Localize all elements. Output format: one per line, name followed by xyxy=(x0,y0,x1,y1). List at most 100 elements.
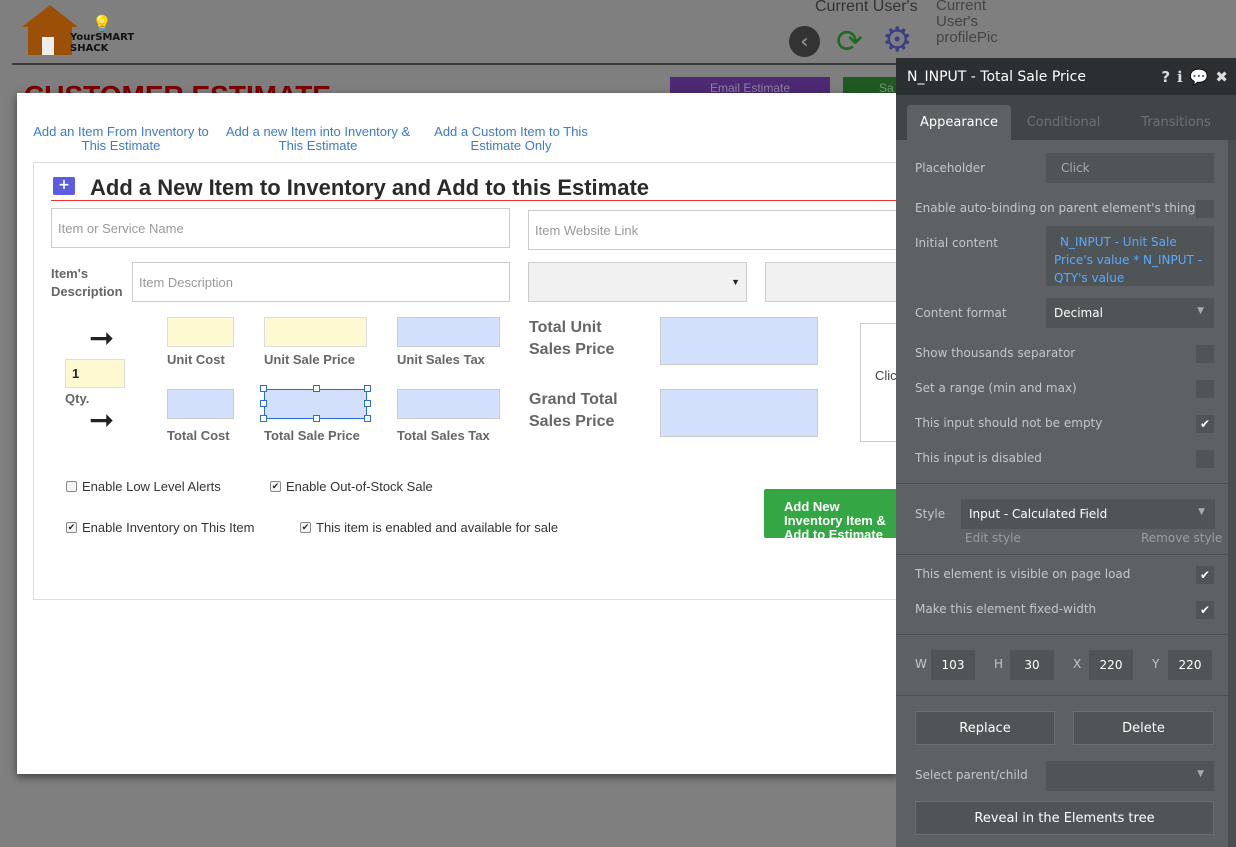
back-icon[interactable]: ‹ xyxy=(789,26,820,57)
secondary-dropdown[interactable] xyxy=(765,262,905,302)
checkbox-out-of-stock-sale[interactable]: ✔ Enable Out-of-Stock Sale xyxy=(270,479,433,494)
delete-button[interactable]: Delete xyxy=(1073,711,1214,745)
content-format-dropdown[interactable]: Decimal ▼ xyxy=(1046,298,1214,328)
resize-handle[interactable] xyxy=(260,385,267,392)
total-unit-sales-input[interactable] xyxy=(660,317,818,365)
checkbox[interactable]: ✔ xyxy=(270,481,281,492)
upload-text: Clic xyxy=(875,368,897,383)
checkbox-enable-inventory[interactable]: ✔ Enable Inventory on This Item xyxy=(66,520,254,535)
autobind-label: Enable auto-binding on parent element's … xyxy=(915,201,1196,215)
checkbox-available-for-sale[interactable]: ✔ This item is enabled and available for … xyxy=(300,520,558,535)
description-label: Item's Description xyxy=(51,266,123,299)
qty-label: Qty. xyxy=(65,391,90,406)
checkbox[interactable] xyxy=(66,481,77,492)
profile-pic: Current User's profilePic xyxy=(936,0,998,46)
fixed-width-checkbox[interactable]: ✔ xyxy=(1196,601,1214,619)
y-label: Y xyxy=(1152,657,1160,671)
category-dropdown[interactable]: ▼ xyxy=(528,262,747,302)
thousands-checkbox[interactable] xyxy=(1196,345,1214,363)
unit-sale-price-input[interactable] xyxy=(264,317,367,347)
checkbox-label: Enable Out-of-Stock Sale xyxy=(286,479,433,494)
parent-child-label: Select parent/child xyxy=(915,768,1028,782)
unit-cost-label: Unit Cost xyxy=(167,352,225,367)
total-cost-label: Total Cost xyxy=(167,428,230,443)
item-description-input[interactable]: Item Description xyxy=(132,262,510,302)
comment-icon[interactable]: 💬 xyxy=(1190,68,1209,86)
resize-handle[interactable] xyxy=(260,415,267,422)
checkbox-label: Enable Low Level Alerts xyxy=(82,479,221,494)
disabled-checkbox[interactable] xyxy=(1196,450,1214,468)
resize-handle[interactable] xyxy=(260,400,267,407)
close-icon[interactable]: ✖ xyxy=(1215,68,1228,86)
help-icon[interactable]: ? xyxy=(1161,68,1170,86)
link-add-from-inventory[interactable]: Add an Item From Inventory to This Estim… xyxy=(31,125,211,153)
tab-transitions[interactable]: Transitions xyxy=(1121,105,1231,140)
reveal-elements-tree-button[interactable]: Reveal in the Elements tree xyxy=(915,801,1214,835)
unit-sales-tax-input[interactable] xyxy=(397,317,500,347)
parent-child-dropdown[interactable]: ▼ xyxy=(1046,761,1214,791)
resize-handle[interactable] xyxy=(313,415,320,422)
property-editor-panel: N_INPUT - Total Sale Price ? ℹ 💬 ✖ Appearan… xyxy=(896,58,1236,847)
y-input[interactable]: 220 xyxy=(1168,650,1212,680)
item-name-input[interactable]: Item or Service Name xyxy=(51,208,510,248)
style-dropdown[interactable]: Input - Calculated Field ▼ xyxy=(961,499,1215,529)
disabled-label: This input is disabled xyxy=(915,451,1042,465)
initial-content-input[interactable]: N_INPUT - Unit Sale Price's value * N_IN… xyxy=(1046,226,1214,286)
width-label: W xyxy=(915,657,927,671)
range-checkbox[interactable] xyxy=(1196,380,1214,398)
total-sales-tax-label: Total Sales Tax xyxy=(397,428,490,443)
range-label: Set a range (min and max) xyxy=(915,381,1077,395)
link-add-new-inventory[interactable]: Add a new Item into Inventory & This Est… xyxy=(217,125,419,153)
add-inventory-button[interactable]: Add New Inventory Item & Add to Estimate xyxy=(764,489,900,538)
panel-tabs: Appearance Conditional Transitions xyxy=(896,95,1236,140)
heading-underline xyxy=(51,200,901,201)
checkbox-low-level-alerts[interactable]: Enable Low Level Alerts xyxy=(66,479,221,494)
total-sales-tax-input[interactable] xyxy=(397,389,500,419)
panel-title: N_INPUT - Total Sale Price xyxy=(907,69,1086,85)
style-value: Input - Calculated Field xyxy=(969,507,1108,521)
total-cost-input[interactable] xyxy=(167,389,234,419)
lightbulb-icon: 💡 xyxy=(92,14,112,33)
gear-icon[interactable]: ⚙ xyxy=(882,20,912,60)
remove-style-link[interactable]: Remove style xyxy=(1141,531,1222,545)
visible-on-load-checkbox[interactable]: ✔ xyxy=(1196,566,1214,584)
height-label: H xyxy=(994,657,1004,671)
header-divider xyxy=(12,63,896,65)
grand-total-label: Grand Total Sales Price xyxy=(529,391,618,430)
checkbox[interactable]: ✔ xyxy=(66,522,77,533)
refresh-icon[interactable]: ⟳ xyxy=(836,22,863,60)
qty-input[interactable]: 1 xyxy=(65,359,125,388)
checkbox-label: Enable Inventory on This Item xyxy=(82,520,255,535)
tab-conditional[interactable]: Conditional xyxy=(1016,105,1111,140)
total-unit-sales-label: Total Unit Sales Price xyxy=(529,319,615,358)
unit-cost-input[interactable] xyxy=(167,317,234,347)
scrollbar[interactable] xyxy=(1228,140,1236,847)
not-empty-checkbox[interactable]: ✔ xyxy=(1196,415,1214,433)
x-label: X xyxy=(1073,657,1082,671)
resize-handle[interactable] xyxy=(364,415,371,422)
item-website-input[interactable]: Item Website Link xyxy=(528,210,903,250)
replace-button[interactable]: Replace xyxy=(915,711,1055,745)
grand-total-input[interactable] xyxy=(660,389,818,437)
x-input[interactable]: 220 xyxy=(1089,650,1133,680)
checkbox-label: This item is enabled and available for s… xyxy=(316,520,559,535)
chevron-down-icon: ▼ xyxy=(1198,507,1205,517)
resize-handle[interactable] xyxy=(313,385,320,392)
panel-header: N_INPUT - Total Sale Price ? ℹ 💬 ✖ xyxy=(896,58,1236,95)
tab-appearance[interactable]: Appearance xyxy=(907,105,1011,140)
checkbox[interactable]: ✔ xyxy=(300,522,311,533)
unit-sale-price-label: Unit Sale Price xyxy=(264,352,356,367)
link-add-custom[interactable]: Add a Custom Item to This Estimate Only xyxy=(427,125,595,153)
height-input[interactable]: 30 xyxy=(1010,650,1054,680)
content-format-value: Decimal xyxy=(1054,306,1103,320)
add-item-modal: Add an Item From Inventory to This Estim… xyxy=(17,93,910,774)
resize-handle[interactable] xyxy=(364,400,371,407)
placeholder-input[interactable]: Click xyxy=(1046,153,1214,183)
style-label: Style xyxy=(915,507,946,521)
width-input[interactable]: 103 xyxy=(931,650,975,680)
edit-style-link[interactable]: Edit style xyxy=(965,531,1021,545)
resize-handle[interactable] xyxy=(364,385,371,392)
info-icon[interactable]: ℹ xyxy=(1177,68,1183,86)
autobind-checkbox[interactable] xyxy=(1196,200,1214,218)
visible-on-load-label: This element is visible on page load xyxy=(915,567,1131,581)
